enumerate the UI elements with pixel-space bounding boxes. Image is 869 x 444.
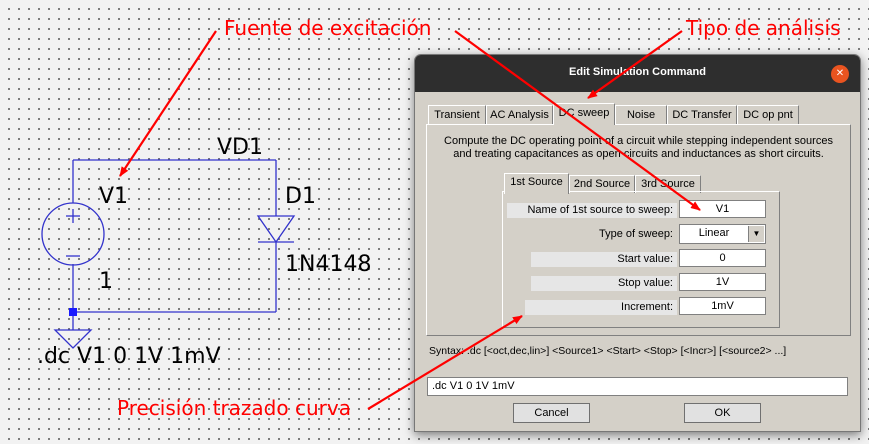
source-name-input[interactable] — [679, 200, 766, 218]
source-name-label: Name of 1st source to sweep: — [507, 203, 677, 218]
edit-simulation-dialog: Edit Simulation Command ✕ Transient AC A… — [414, 54, 861, 432]
increment-label: Increment: — [525, 300, 677, 315]
command-field[interactable]: .dc V1 0 1V 1mV — [427, 377, 848, 396]
annotation-precision: Precisión trazado curva — [117, 396, 351, 420]
diode-model-label: 1N4148 — [285, 252, 372, 277]
tab-transient[interactable]: Transient — [428, 105, 486, 124]
stop-value-input[interactable] — [679, 273, 766, 291]
tab-ac-analysis[interactable]: AC Analysis — [486, 105, 553, 124]
sweep-type-label: Type of sweep: — [599, 228, 673, 240]
dropdown-arrow-icon[interactable]: ▼ — [748, 226, 764, 242]
description-line-1: Compute the DC operating point of a circ… — [444, 135, 833, 147]
start-value-label: Start value: — [531, 252, 677, 267]
description-line-2: and treating capacitances as open circui… — [453, 148, 824, 160]
syntax-text: Syntax: .dc [<oct,dec,lin>] <Source1> <S… — [429, 345, 787, 357]
increment-input[interactable] — [679, 297, 766, 315]
diode-ref-label: D1 — [285, 184, 316, 209]
dc-directive: .dc V1 0 1V 1mV — [37, 344, 221, 369]
dialog-titlebar[interactable]: Edit Simulation Command ✕ — [415, 55, 860, 92]
close-icon[interactable]: ✕ — [831, 65, 849, 83]
ok-button[interactable]: OK — [684, 403, 761, 423]
diode-symbol — [256, 215, 296, 244]
dc-sweep-description: Compute the DC operating point of a circ… — [427, 135, 850, 161]
dialog-title: Edit Simulation Command — [569, 66, 706, 78]
cancel-button[interactable]: Cancel — [513, 403, 590, 423]
voltage-source-symbol — [41, 202, 105, 266]
tab-dc-transfer[interactable]: DC Transfer — [667, 105, 737, 124]
source-ref-label: V1 — [99, 184, 129, 209]
tab-1st-source[interactable]: 1st Source — [504, 173, 569, 194]
node-junction — [69, 308, 77, 316]
sweep-type-value: Linear — [698, 227, 730, 239]
annotation-excitation: Fuente de excitación — [224, 16, 432, 40]
stop-value-label: Stop value: — [531, 276, 677, 291]
tab-dc-op-pnt[interactable]: DC op pnt — [737, 105, 799, 124]
source-value-label: 1 — [99, 269, 113, 294]
tab-dc-sweep[interactable]: DC sweep — [553, 103, 615, 125]
net-label: VD1 — [217, 135, 263, 160]
sweep-type-select[interactable]: Linear ▼ — [679, 224, 766, 244]
start-value-input[interactable] — [679, 249, 766, 267]
tab-noise[interactable]: Noise — [615, 105, 667, 124]
annotation-analysis-type: Tipo de análisis — [686, 16, 841, 40]
